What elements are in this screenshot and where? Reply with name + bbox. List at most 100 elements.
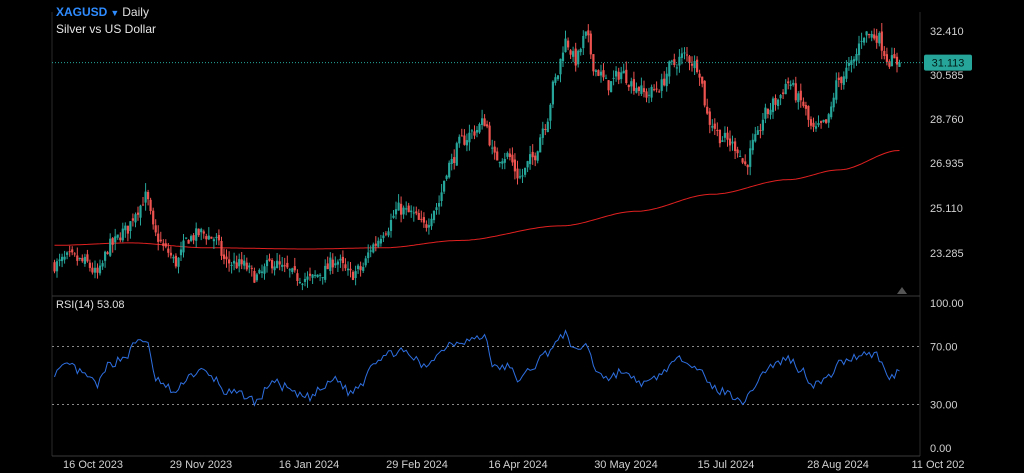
candle-body	[832, 97, 835, 108]
interval-label[interactable]: Daily	[122, 5, 149, 19]
candle-body	[410, 210, 413, 213]
candle-body	[807, 105, 810, 120]
candle-body	[172, 257, 175, 259]
candle-body	[516, 168, 519, 179]
candle-body	[389, 220, 393, 231]
candle-body	[432, 210, 436, 221]
candle-body	[233, 260, 236, 264]
candle-body	[769, 109, 772, 115]
candle-body	[359, 266, 362, 271]
candle-body	[422, 217, 425, 223]
symbol-label[interactable]: XAGUSD	[56, 5, 107, 19]
candle-body	[599, 71, 603, 76]
candle-body	[364, 258, 367, 266]
candle-body	[498, 162, 501, 164]
candle-body	[265, 260, 269, 267]
candle-body	[66, 252, 69, 255]
candle-body	[420, 218, 423, 220]
candle-body	[602, 70, 605, 78]
candle-body	[761, 119, 764, 131]
candle-body	[855, 54, 858, 61]
candle-body	[177, 257, 180, 267]
candle-body	[73, 253, 76, 255]
candle-body	[470, 130, 473, 132]
price-tick-label: 25.110	[930, 203, 963, 215]
candle-body	[147, 192, 150, 200]
time-tick-label: 16 Apr 2024	[488, 459, 547, 471]
candle-body	[744, 161, 747, 165]
candle-body	[157, 233, 160, 242]
candle-body	[751, 139, 754, 151]
candle-body	[883, 51, 886, 56]
candle-body	[141, 204, 145, 206]
symbol-row[interactable]: XAGUSD ▼ Daily	[56, 4, 156, 21]
candle-body	[701, 76, 704, 84]
candle-body	[594, 70, 597, 72]
candle-body	[840, 77, 843, 84]
candle-body	[68, 251, 71, 253]
candle-body	[564, 38, 567, 53]
candle-body	[493, 146, 496, 153]
candle-body	[136, 212, 140, 215]
candle-body	[749, 148, 752, 167]
candle-body	[756, 130, 759, 135]
candle-body	[885, 54, 888, 62]
candle-body	[569, 50, 572, 55]
candle-body	[782, 92, 785, 94]
rsi-tick-label: 100.00	[930, 298, 964, 310]
candle-body	[845, 67, 848, 79]
candle-body	[235, 262, 238, 269]
candle-body	[311, 274, 314, 278]
candle-body	[875, 35, 878, 43]
candle-body	[197, 228, 200, 236]
candle-body	[764, 107, 767, 119]
candle-body	[630, 81, 633, 87]
candle-body	[777, 99, 780, 106]
candle-body	[367, 252, 370, 259]
dropdown-caret-icon[interactable]: ▼	[110, 8, 119, 18]
candle-body	[217, 235, 220, 241]
candle-body	[455, 143, 458, 166]
price-chart-svg[interactable]: 31.113 32.410 30.585 28.760 26.935 25.110 23.…	[0, 0, 1024, 473]
candle-body	[827, 114, 830, 123]
candle-body	[394, 209, 398, 215]
candle-body	[688, 56, 691, 63]
candle-body	[794, 83, 797, 101]
candle-body	[589, 33, 592, 55]
candle-body	[604, 77, 608, 79]
candle-body	[766, 108, 769, 115]
candle-body	[478, 124, 481, 133]
candle-body	[878, 33, 881, 44]
candle-body	[615, 70, 618, 77]
candle-body	[491, 147, 494, 149]
candle-body	[625, 69, 628, 83]
candle-body	[716, 129, 719, 131]
candle-body	[632, 79, 635, 91]
candle-body	[392, 215, 395, 218]
candle-body	[670, 60, 673, 62]
candle-body	[668, 61, 671, 77]
candle-body	[53, 262, 56, 272]
candle-body	[159, 239, 162, 242]
candle-body	[458, 136, 461, 144]
candle-body	[835, 80, 838, 100]
candle-body	[567, 40, 570, 48]
candle-body	[316, 274, 319, 278]
candle-body	[212, 239, 215, 242]
candle-body	[134, 214, 137, 223]
candle-body	[698, 73, 701, 78]
candle-body	[706, 106, 709, 114]
candle-body	[685, 54, 689, 56]
candle-body	[435, 207, 438, 210]
candle-body	[812, 122, 815, 127]
candle-body	[162, 243, 165, 246]
candle-body	[463, 135, 466, 145]
candle-body	[842, 76, 845, 85]
candle-body	[139, 205, 142, 218]
candle-body	[797, 93, 800, 103]
candle-body	[771, 98, 775, 113]
rsi-tick-label: 0.00	[930, 443, 951, 455]
candle-body	[792, 82, 795, 85]
candle-body	[660, 79, 663, 91]
candle-body	[511, 154, 514, 163]
